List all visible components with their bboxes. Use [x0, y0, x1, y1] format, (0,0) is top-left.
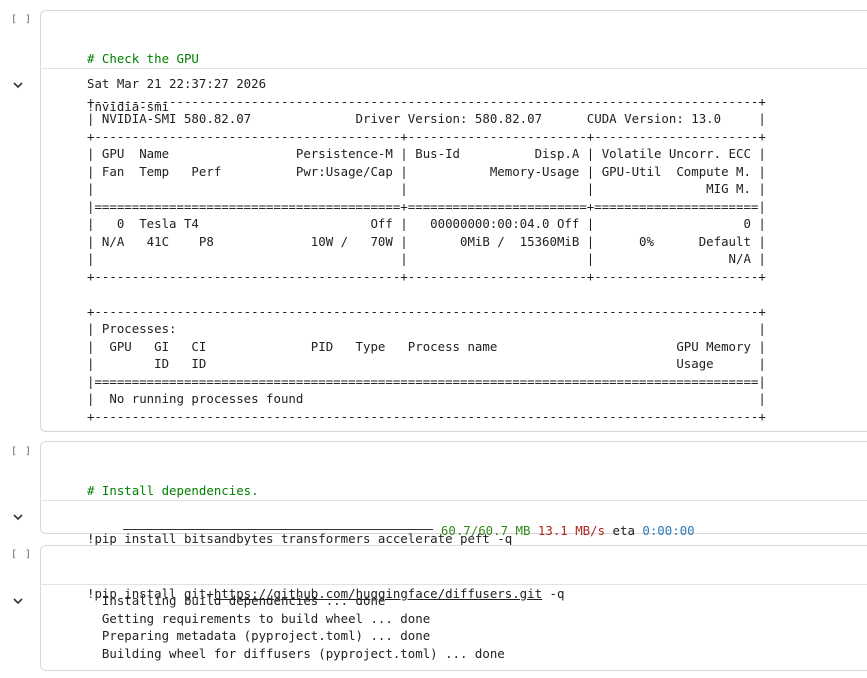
output-line: Preparing metadata (pyproject.toml) ... … [87, 628, 431, 643]
output-separator [40, 500, 867, 501]
output-line: Building wheel for diffusers (pyproject.… [87, 645, 505, 661]
run-cell-button[interactable]: [ ] [11, 549, 32, 560]
output-line: | N/A 41C P8 10W / 70W | 0MiB / 15360MiB… [87, 233, 766, 249]
output-line: | NVIDIA-SMI 580.82.07 Driver Version: 5… [87, 111, 766, 126]
output-line: | 0 Tesla T4 Off | 00000000:00:04.0 Off … [87, 216, 766, 231]
cell-output: Installing build dependencies ... done G… [87, 592, 505, 662]
output-separator [40, 584, 867, 585]
download-speed: 13.1 MB/s [537, 523, 606, 538]
output-line: +---------------------------------------… [87, 268, 766, 284]
output-line: +---------------------------------------… [87, 408, 766, 424]
progress-output: 60.7/60.7 MB 13.1 MB/s eta 0:00:00 [108, 508, 695, 538]
output-line: | GPU Name Persistence-M | Bus-Id Disp.A… [87, 146, 766, 161]
output-line: | | | N/A | [87, 251, 766, 266]
run-cell-button[interactable]: [ ] [11, 446, 32, 457]
output-separator [40, 68, 867, 69]
download-size: 60.7/60.7 MB [440, 523, 531, 538]
output-line: +---------------------------------------… [87, 93, 766, 109]
output-line: | No running processes found | [87, 391, 766, 406]
chevron-down-icon[interactable] [12, 79, 24, 91]
progress-bar [122, 529, 433, 530]
output-line: +---------------------------------------… [87, 303, 766, 319]
output-line: |=======================================… [87, 198, 766, 214]
output-line: +---------------------------------------… [87, 128, 766, 144]
cell-output: Sat Mar 21 22:37:27 2026 +---------------… [87, 75, 766, 425]
eta-value: 0:00:00 [642, 523, 695, 538]
output-line: Sat Mar 21 22:37:27 2026 [87, 76, 267, 91]
output-line: | ID ID Usage | [87, 356, 766, 371]
code-comment: # Install dependencies. [87, 483, 259, 498]
chevron-down-icon[interactable] [12, 595, 24, 607]
output-line: | | | MIG M. | [87, 181, 766, 196]
eta-label: eta [612, 523, 635, 538]
run-cell-button[interactable]: [ ] [11, 14, 32, 25]
chevron-down-icon[interactable] [12, 511, 24, 523]
output-line: | GPU GI CI PID Type Process name GPU Me… [87, 338, 766, 354]
output-line: Getting requirements to build wheel ... … [87, 610, 431, 626]
code-comment: # Check the GPU [87, 51, 199, 66]
code-suffix: -q [542, 586, 565, 601]
output-line: |=======================================… [87, 373, 766, 389]
output-line: | Processes: | [87, 321, 766, 336]
output-line: | Fan Temp Perf Pwr:Usage/Cap | Memory-U… [87, 163, 766, 179]
output-line: Installing build dependencies ... done [87, 593, 386, 608]
